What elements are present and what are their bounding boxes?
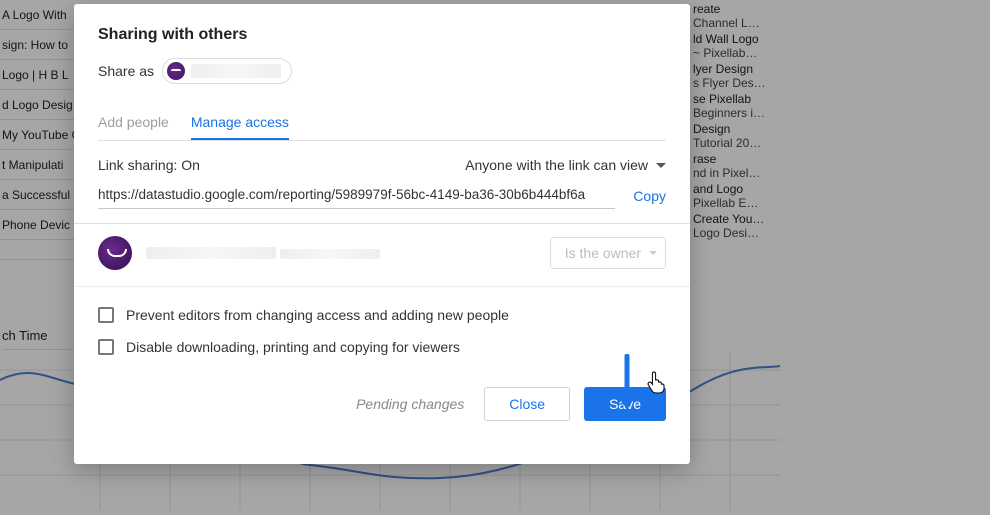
redacted-user bbox=[191, 64, 281, 78]
tab-add-people[interactable]: Add people bbox=[98, 106, 169, 140]
link-scope-dropdown[interactable]: Anyone with the link can view bbox=[465, 157, 666, 173]
save-button[interactable]: Save bbox=[584, 387, 666, 421]
tabs: Add people Manage access bbox=[98, 106, 666, 141]
copy-link-button[interactable]: Copy bbox=[633, 188, 666, 204]
link-sharing-status: Link sharing: On bbox=[98, 157, 200, 173]
link-scope-label: Anyone with the link can view bbox=[465, 157, 648, 173]
owner-avatar-icon bbox=[98, 236, 132, 270]
redacted-owner-name bbox=[146, 247, 276, 259]
chevron-down-icon bbox=[656, 163, 666, 168]
redacted-owner-email bbox=[280, 249, 380, 259]
checkbox-prevent-label: Prevent editors from changing access and… bbox=[126, 307, 509, 323]
checkbox-prevent-editors[interactable]: Prevent editors from changing access and… bbox=[98, 307, 666, 323]
checkbox-disable-download[interactable]: Disable downloading, printing and copyin… bbox=[98, 339, 666, 355]
checkbox-icon bbox=[98, 307, 114, 323]
owner-role-label: Is the owner bbox=[565, 245, 641, 261]
checkbox-disable-label: Disable downloading, printing and copyin… bbox=[126, 339, 460, 355]
share-as-label: Share as bbox=[98, 63, 154, 79]
pending-changes-label: Pending changes bbox=[356, 396, 464, 412]
chevron-down-icon bbox=[649, 251, 657, 255]
checkbox-icon bbox=[98, 339, 114, 355]
owner-row: Is the owner bbox=[74, 224, 690, 287]
owner-role-select[interactable]: Is the owner bbox=[550, 237, 666, 269]
dialog-title: Sharing with others bbox=[98, 26, 666, 44]
user-avatar-icon bbox=[167, 62, 185, 80]
share-url-input[interactable] bbox=[98, 183, 615, 209]
share-as-chip[interactable] bbox=[162, 58, 292, 84]
close-button[interactable]: Close bbox=[484, 387, 570, 421]
share-dialog: Sharing with others Share as Add people … bbox=[74, 4, 690, 464]
tab-manage-access[interactable]: Manage access bbox=[191, 106, 289, 140]
